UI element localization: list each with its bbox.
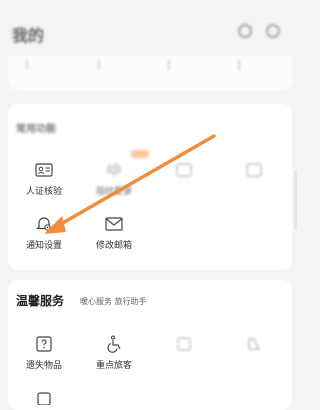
strip-divider	[168, 60, 170, 70]
settings-icon[interactable]	[238, 24, 252, 38]
grid-item-blurred[interactable]	[154, 160, 214, 184]
scroll-indicator	[294, 170, 297, 230]
grid-item-partial[interactable]	[14, 388, 74, 408]
grid-item-label: 重点旅客	[95, 361, 132, 371]
wheelchair-icon	[103, 334, 125, 354]
grid-item-blurred[interactable]	[224, 334, 284, 358]
fingerprint-icon	[103, 160, 125, 180]
lost-item-icon	[33, 334, 55, 354]
blurred-icon	[173, 334, 195, 354]
partial-icon	[33, 388, 55, 408]
strip-divider	[26, 60, 28, 70]
quick-strip	[8, 56, 292, 90]
common-functions-title: 常用功能	[16, 124, 56, 135]
grid-item-change-email[interactable]: 修改邮箱	[84, 214, 144, 251]
strip-divider	[238, 60, 240, 70]
grid-item-fingerprint[interactable]: 指纹登录	[84, 160, 144, 197]
grid-item-label: 遗失物品	[25, 361, 62, 371]
mail-icon	[103, 214, 125, 234]
grid-item-label: 指纹登录	[95, 187, 132, 197]
top-header: 我的	[0, 0, 300, 56]
blurred-icon	[243, 334, 265, 354]
page-title: 我的	[12, 26, 45, 45]
warm-services-card: 温馨服务 暖心服务 旅行助手 遗失物品 重点旅客	[8, 280, 292, 410]
notification-settings-icon	[33, 214, 55, 234]
strip-divider	[98, 60, 100, 70]
new-badge	[131, 150, 149, 158]
grid-item-blurred[interactable]	[224, 160, 284, 184]
grid-item-notification-settings[interactable]: 通知设置	[14, 214, 74, 251]
message-icon[interactable]	[266, 24, 280, 38]
id-card-icon	[33, 160, 55, 180]
grid-item-id-verify[interactable]: 人证核验	[14, 160, 74, 197]
grid-item-label: 修改邮箱	[95, 241, 132, 251]
warm-services-subtitle: 暖心服务 旅行助手	[80, 297, 147, 306]
grid-item-lost-items[interactable]: 遗失物品	[14, 334, 74, 371]
grid-item-label: 通知设置	[25, 241, 62, 251]
blurred-icon	[243, 160, 265, 180]
warm-services-title: 温馨服务	[16, 294, 65, 308]
grid-item-key-passengers[interactable]: 重点旅客	[84, 334, 144, 371]
common-functions-card: 常用功能 人证核验 指纹登录 通知设置 修改邮箱	[8, 104, 292, 270]
grid-item-label: 人证核验	[25, 187, 62, 197]
grid-item-blurred[interactable]	[154, 334, 214, 358]
blurred-icon	[173, 160, 195, 180]
